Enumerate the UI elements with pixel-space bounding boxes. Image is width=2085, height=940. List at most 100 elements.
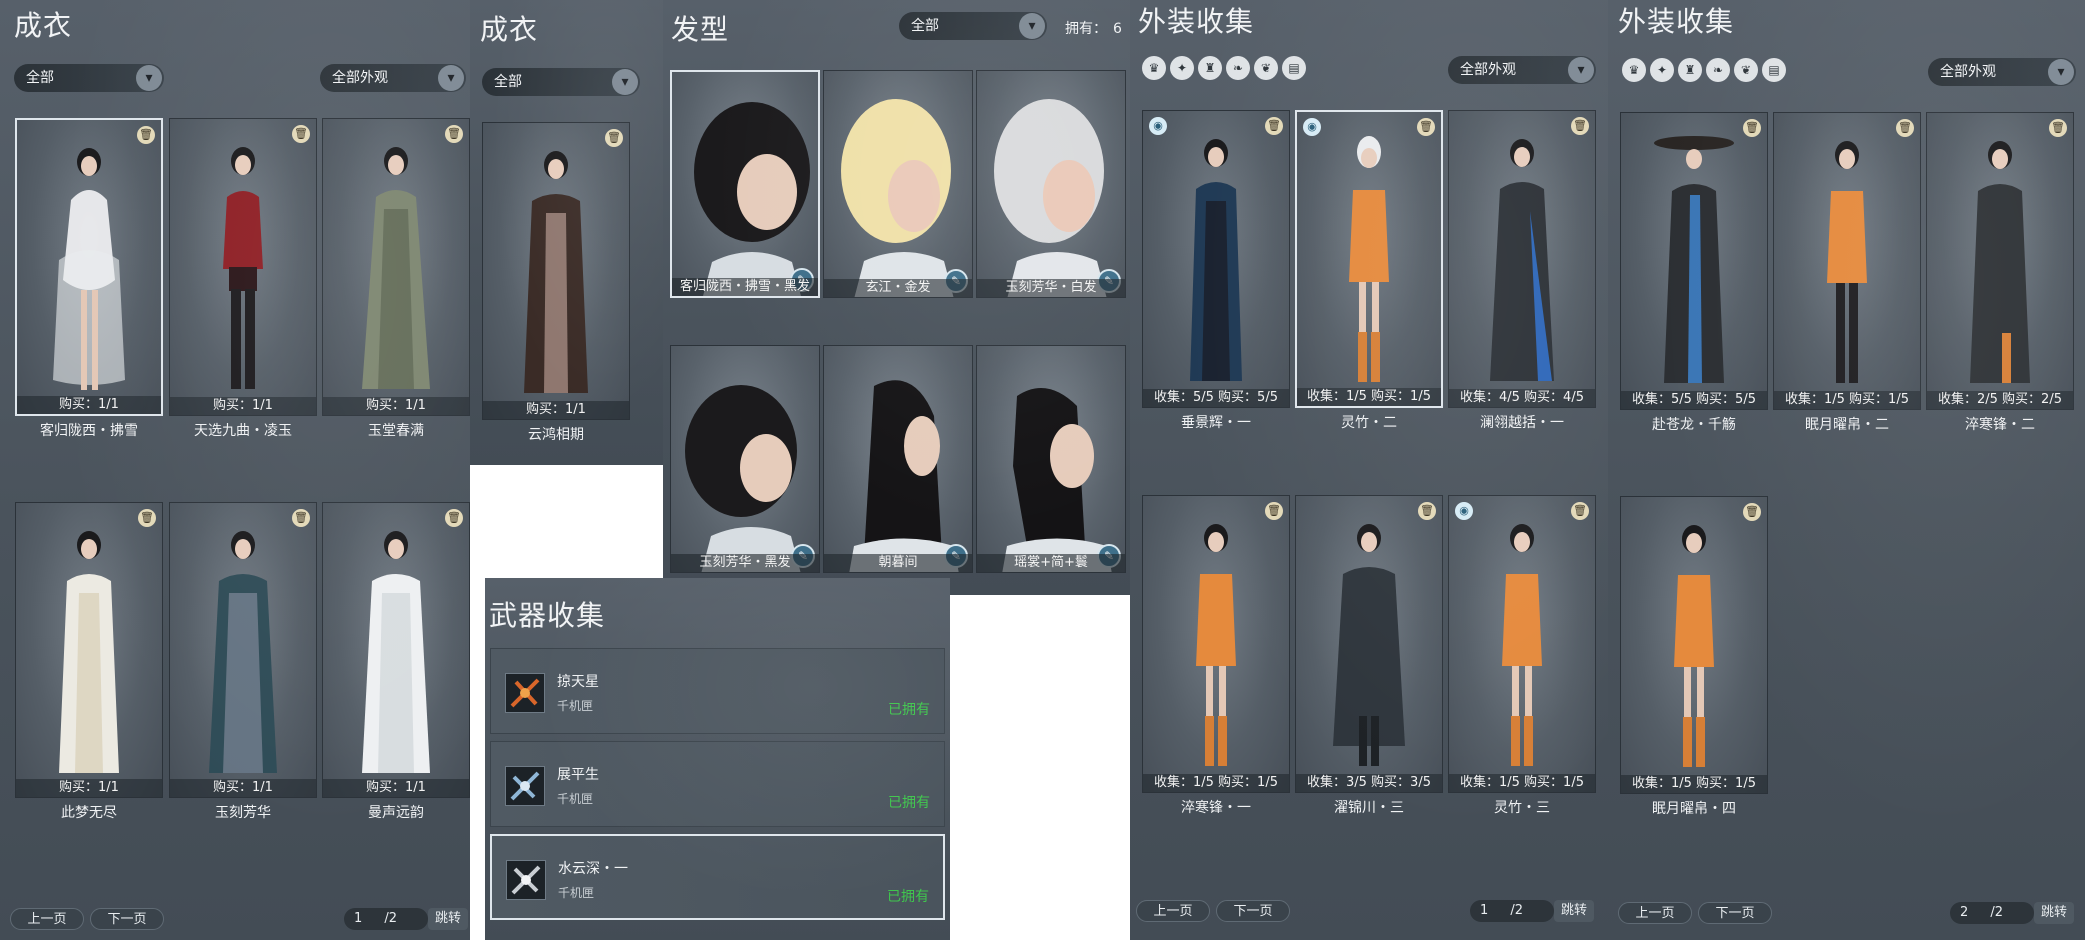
wing-category-icon[interactable]: ❦ xyxy=(1734,58,1758,82)
trash-icon[interactable]: 🗑 xyxy=(445,125,463,143)
hairstyle-card[interactable]: ✎ 玉刻芳华・黑发 xyxy=(670,345,820,573)
trash-icon[interactable]: 🗑 xyxy=(1417,118,1435,136)
trash-icon[interactable]: 🗑 xyxy=(292,509,310,527)
weapon-row[interactable]: 展平生 千机匣 已拥有 xyxy=(490,741,945,827)
outfit-card[interactable]: 🗑 购买：1/1 xyxy=(15,118,163,416)
feather-category-icon[interactable]: ❧ xyxy=(1226,56,1250,80)
weapon-icon xyxy=(505,673,545,713)
collection-status: 收集：1/5 购买：1/5 xyxy=(1774,391,1920,409)
appearance-card[interactable]: ◉ 🗑 收集：1/5 购买：1/5 xyxy=(1448,495,1596,793)
scroll-category-icon[interactable]: ▤ xyxy=(1282,56,1306,80)
appearance-card[interactable]: ◉ 🗑 收集：1/5 购买：1/5 xyxy=(1295,110,1443,408)
page-input[interactable]: 1 /2 xyxy=(344,908,428,930)
appearance-card[interactable]: 🗑 收集：4/5 购买：4/5 xyxy=(1448,110,1596,408)
waist-category-icon[interactable]: ♜ xyxy=(1198,56,1222,80)
collection-badge-icon: ◉ xyxy=(1149,117,1167,135)
appearance-card[interactable]: 🗑 收集：5/5 购买：5/5 xyxy=(1620,112,1768,410)
weapon-name: 水云深・一 xyxy=(558,861,628,877)
weapon-row[interactable]: 水云深・一 千机匣 已拥有 xyxy=(490,834,945,920)
weapon-type: 千机匣 xyxy=(557,699,594,713)
wing-category-icon[interactable]: ❦ xyxy=(1254,56,1278,80)
prev-page-button[interactable]: 上一页 xyxy=(10,908,84,930)
trash-icon[interactable]: 🗑 xyxy=(605,129,623,147)
trash-icon[interactable]: 🗑 xyxy=(445,509,463,527)
appearance-name: 眠月曜帛・四 xyxy=(1652,801,1736,817)
hair-preview xyxy=(1002,388,1112,572)
hair-preview xyxy=(849,380,959,572)
outfit-category-icon[interactable]: ♛ xyxy=(1622,58,1646,82)
page-input[interactable]: 1 /2 xyxy=(1470,900,1554,922)
top-category-icon[interactable]: ✦ xyxy=(1170,56,1194,80)
outfit-card[interactable]: 🗑 购买：1/1 xyxy=(322,502,470,798)
appearance-name: 灵竹・二 xyxy=(1341,415,1397,431)
trash-icon[interactable]: 🗑 xyxy=(2049,119,2067,137)
category-dropdown[interactable]: 全部 ▾ xyxy=(899,12,1047,40)
hair-preview xyxy=(994,99,1107,297)
hair-preview xyxy=(694,102,810,296)
trash-icon[interactable]: 🗑 xyxy=(1743,503,1761,521)
top-category-icon[interactable]: ✦ xyxy=(1650,58,1674,82)
page-title: 武器收集 xyxy=(489,599,606,632)
next-page-button[interactable]: 下一页 xyxy=(90,908,164,930)
hairstyle-card[interactable]: ✎ 玉刻芳华・白发 xyxy=(976,70,1126,298)
outfit-card[interactable]: 🗑 购买：1/1 xyxy=(169,502,317,798)
purchase-status: 购买：1/1 xyxy=(323,397,469,415)
appearance-card[interactable]: 🗑 收集：3/5 购买：3/5 xyxy=(1295,495,1443,793)
trash-icon[interactable]: 🗑 xyxy=(1571,117,1589,135)
page-title: 成衣 xyxy=(14,9,73,42)
feather-category-icon[interactable]: ❧ xyxy=(1706,58,1730,82)
prev-page-button[interactable]: 上一页 xyxy=(1618,902,1692,924)
appearance-dropdown[interactable]: 全部外观 ▾ xyxy=(1448,56,1596,84)
hairstyle-card[interactable]: ✎ 朝暮间 xyxy=(823,345,973,573)
appearance-dropdown[interactable]: 全部外观 ▾ xyxy=(320,64,466,92)
scroll-category-icon[interactable]: ▤ xyxy=(1762,58,1786,82)
trash-icon[interactable]: 🗑 xyxy=(1743,119,1761,137)
appearance-name: 澜翎越括・一 xyxy=(1480,415,1564,431)
category-dropdown[interactable]: 全部 ▾ xyxy=(482,68,640,96)
character-figure xyxy=(1654,136,1734,383)
waist-category-icon[interactable]: ♜ xyxy=(1678,58,1702,82)
hairstyle-card[interactable]: ✎ 客归陇西・拂雪・黑发 xyxy=(670,70,820,298)
page-input[interactable]: 2 /2 xyxy=(1950,902,2034,924)
collection-badge-icon: ◉ xyxy=(1303,118,1321,136)
outfit-card[interactable]: 🗑 购买：1/1 xyxy=(169,118,317,416)
trash-icon[interactable]: 🗑 xyxy=(1571,502,1589,520)
appearance-card[interactable]: 🗑 收集：1/5 购买：1/5 xyxy=(1620,496,1768,794)
hairstyle-card[interactable]: ✎ 瑶裳+简+鬟 xyxy=(976,345,1126,573)
hairstyle-label: 瑶裳+简+鬟 xyxy=(977,554,1125,572)
page-title: 成衣 xyxy=(480,13,539,46)
weapon-name: 展平生 xyxy=(557,767,599,783)
appearance-card[interactable]: 🗑 收集：1/5 购买：1/5 xyxy=(1773,112,1921,410)
dropdown-value: 全部 xyxy=(26,70,54,86)
appearance-card[interactable]: 🗑 收集：1/5 购买：1/5 xyxy=(1142,495,1290,793)
next-page-button[interactable]: 下一页 xyxy=(1216,900,1290,922)
hairstyle-card[interactable]: ✎ 玄江・金发 xyxy=(823,70,973,298)
hairstyle-label: 玄江・金发 xyxy=(824,279,972,297)
appearance-card[interactable]: 🗑 收集：2/5 购买：2/5 xyxy=(1926,112,2074,410)
trash-icon[interactable]: 🗑 xyxy=(292,125,310,143)
trash-icon[interactable]: 🗑 xyxy=(138,509,156,527)
trash-icon[interactable]: 🗑 xyxy=(1265,117,1283,135)
trash-icon[interactable]: 🗑 xyxy=(1265,502,1283,520)
next-page-button[interactable]: 下一页 xyxy=(1698,902,1772,924)
jump-button[interactable]: 跳转 xyxy=(428,908,468,930)
character-figure xyxy=(362,147,430,389)
appearance-name: 濯锦川・三 xyxy=(1334,800,1404,816)
outfit-card[interactable]: 🗑 购买：1/1 xyxy=(482,122,630,420)
outfit-category-icon[interactable]: ♛ xyxy=(1142,56,1166,80)
weapon-row[interactable]: 掠天星 千机匣 已拥有 xyxy=(490,648,945,734)
category-dropdown[interactable]: 全部 ▾ xyxy=(14,64,164,92)
jump-button[interactable]: 跳转 xyxy=(2034,902,2074,924)
outfit-name: 云鸿相期 xyxy=(528,427,584,443)
jump-button[interactable]: 跳转 xyxy=(1554,900,1594,922)
character-figure xyxy=(53,148,125,390)
trash-icon[interactable]: 🗑 xyxy=(1418,502,1436,520)
outfit-card[interactable]: 🗑 购买：1/1 xyxy=(322,118,470,416)
trash-icon[interactable]: 🗑 xyxy=(1896,119,1914,137)
outfit-card[interactable]: 🗑 购买：1/1 xyxy=(15,502,163,798)
appearance-name: 淬寒锋・二 xyxy=(1965,417,2035,433)
prev-page-button[interactable]: 上一页 xyxy=(1136,900,1210,922)
appearance-dropdown[interactable]: 全部外观 ▾ xyxy=(1928,58,2076,86)
trash-icon[interactable]: 🗑 xyxy=(137,126,155,144)
appearance-card[interactable]: ◉ 🗑 收集：5/5 购买：5/5 xyxy=(1142,110,1290,408)
